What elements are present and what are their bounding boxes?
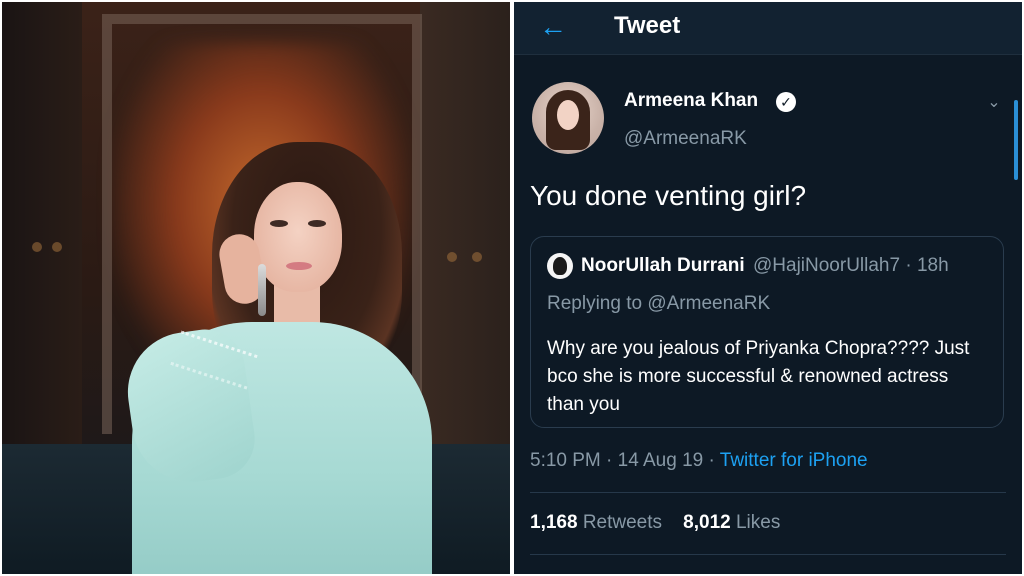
- photo-panel: [2, 2, 510, 574]
- retweets-label[interactable]: Retweets: [583, 512, 662, 533]
- author-avatar[interactable]: [532, 82, 604, 154]
- tweet-text: You done venting girl?: [530, 180, 807, 211]
- eye-left: [270, 220, 288, 227]
- divider: [530, 554, 1006, 555]
- tweet-meta: 5:10 PM · 14 Aug 19 · Twitter for iPhone: [530, 450, 868, 472]
- earring: [258, 264, 266, 316]
- tweet-stats: 1,168 Retweets 8,012 Likes: [530, 512, 780, 534]
- author-handle[interactable]: @ArmeenaRK: [624, 128, 747, 150]
- likes-label[interactable]: Likes: [736, 512, 780, 533]
- tweet-header: ← Tweet: [514, 2, 1022, 55]
- arrow-left-icon[interactable]: ←: [538, 12, 568, 42]
- avatar-face: [557, 100, 579, 130]
- eye-right: [308, 220, 326, 227]
- chevron-down-icon[interactable]: ⌄: [984, 92, 1004, 112]
- divider: [530, 492, 1006, 493]
- quoted-author-name[interactable]: NoorUllah Durrani: [581, 255, 745, 277]
- likes-count[interactable]: 8,012: [683, 512, 731, 533]
- quoted-author-handle-time: @HajiNoorUllah7 · 18h: [753, 255, 949, 276]
- lips: [286, 262, 312, 270]
- silhouette-icon: [553, 257, 567, 275]
- replying-to: Replying to @ArmeenaRK: [547, 293, 771, 314]
- page-title: Tweet: [614, 12, 681, 39]
- timestamp: 5:10 PM · 14 Aug 19 ·: [530, 450, 720, 471]
- woman-portrait: [2, 2, 510, 574]
- check-icon: ✓: [776, 92, 796, 112]
- author-name[interactable]: Armeena Khan: [624, 90, 758, 112]
- retweets-count[interactable]: 1,168: [530, 512, 578, 533]
- face: [254, 182, 342, 292]
- tweet-panel: ← Tweet Armeena Khan ✓ @ArmeenaRK ⌄ You …: [514, 2, 1022, 574]
- quoted-author-avatar[interactable]: [547, 253, 573, 279]
- source-link[interactable]: Twitter for iPhone: [720, 450, 868, 471]
- scrollbar[interactable]: [1014, 100, 1018, 180]
- quoted-tweet-text: Why are you jealous of Priyanka Chopra??…: [547, 338, 970, 415]
- quoted-tweet[interactable]: NoorUllah Durrani @HajiNoorUllah7 · 18h …: [530, 236, 1004, 428]
